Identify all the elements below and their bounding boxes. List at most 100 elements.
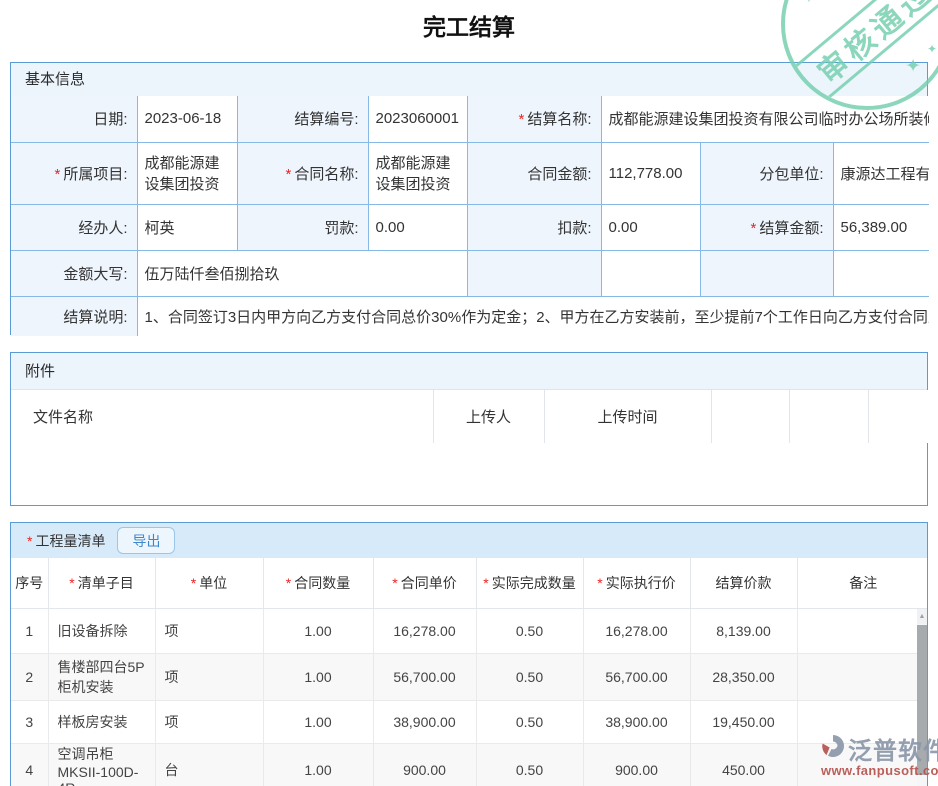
deduction-value: 0.00 (601, 204, 700, 250)
cell-seq: 3 (11, 700, 48, 743)
cell-contract-qty: 1.00 (263, 743, 373, 786)
settlement-no-label: 结算编号: (237, 96, 368, 142)
cell-actual-qty: 0.50 (476, 743, 583, 786)
contract-name-label: *合同名称: (237, 142, 368, 204)
boq-col-contract-price: *合同单价 (373, 558, 476, 608)
empty-label-cell (700, 250, 833, 296)
required-asterisk: * (54, 166, 60, 183)
contract-amount-value: 112,778.00 (601, 142, 700, 204)
scroll-up-arrow-icon[interactable]: ▲ (917, 609, 927, 624)
boq-col-actual-qty: *实际完成数量 (476, 558, 583, 608)
attachments-col-empty (868, 390, 929, 443)
subcontractor-value: 康源达工程有 (833, 142, 929, 204)
required-asterisk: * (285, 166, 291, 183)
settlement-note-label: 结算说明: (11, 296, 137, 336)
cell-settle: 8,139.00 (690, 608, 797, 653)
boq-col-actual-price: *实际执行价 (583, 558, 690, 608)
basic-info-table: 日期: 2023-06-18 结算编号: 2023060001 *结算名称: 成… (11, 96, 929, 336)
cell-contract-price: 56,700.00 (373, 653, 476, 700)
attachments-section: 附件 文件名称 上传人 上传时间 (10, 352, 928, 506)
cell-contract-qty: 1.00 (263, 653, 373, 700)
cell-settle: 450.00 (690, 743, 797, 786)
contract-name-value: 成都能源建设集团投资 (368, 142, 467, 204)
required-asterisk: * (597, 575, 602, 591)
attachments-section-title: 附件 (11, 353, 927, 390)
cell-actual-price: 56,700.00 (583, 653, 690, 700)
cell-contract-qty: 1.00 (263, 700, 373, 743)
export-button[interactable]: 导出 (117, 527, 175, 554)
cell-actual-price: 900.00 (583, 743, 690, 786)
required-asterisk: * (27, 533, 32, 549)
watermark-brand: 泛普软件 (848, 731, 938, 766)
cell-contract-price: 900.00 (373, 743, 476, 786)
amount-words-label: 金额大写: (11, 250, 137, 296)
cell-unit: 项 (155, 700, 263, 743)
fine-label: 罚款: (237, 204, 368, 250)
attachments-col-uploader: 上传人 (433, 390, 544, 443)
cell-seq: 1 (11, 608, 48, 653)
boq-header-row: 序号 *清单子目 *单位 *合同数量 *合同单价 *实际完成数量 *实际执行价 … (11, 558, 928, 608)
watermark-url: www.fanpusoft.com (821, 763, 938, 778)
project-label: *所属项目: (11, 142, 137, 204)
handler-value: 柯英 (137, 204, 237, 250)
boq-section: *工程量清单 导出 序号 *清单子目 *单位 *合同数量 *合同单价 *实际完成… (10, 522, 928, 786)
empty-value-cell (601, 250, 700, 296)
cell-remark (797, 608, 928, 653)
boq-col-remark: 备注 (797, 558, 928, 608)
approval-stamp: ✦ ✦ ✦ ✦ 审核通过 (781, 0, 938, 110)
required-asterisk: * (392, 575, 397, 591)
settlement-amount-label: *结算金额: (700, 204, 833, 250)
cell-item: 空调吊柜MKSII-100D-4R (48, 743, 155, 786)
settlement-name-label: *结算名称: (467, 96, 601, 142)
stamp-star-icon: ✦ (927, 42, 937, 56)
page: 完工结算 ✦ ✦ ✦ ✦ 审核通过 基本信息 日期: 2023-06-18 结算… (0, 0, 938, 786)
cell-actual-qty: 0.50 (476, 700, 583, 743)
required-asterisk: * (286, 575, 291, 591)
stamp-star-icon: ✦ (905, 55, 921, 78)
cell-actual-qty: 0.50 (476, 653, 583, 700)
boq-row: 2 售楼部四台5P柜机安装 项 1.00 56,700.00 0.50 56,7… (11, 653, 928, 700)
fanpu-logo-icon (821, 734, 845, 763)
attachments-col-upload-time: 上传时间 (544, 390, 711, 443)
required-asterisk: * (750, 220, 756, 237)
cell-item: 售楼部四台5P柜机安装 (48, 653, 155, 700)
boq-col-contract-qty: *合同数量 (263, 558, 373, 608)
boq-table: 序号 *清单子目 *单位 *合同数量 *合同单价 *实际完成数量 *实际执行价 … (11, 558, 928, 786)
stamp-text: 审核通过 (806, 0, 938, 92)
deduction-label: 扣款: (467, 204, 601, 250)
stamp-star-icon: ✦ (801, 0, 817, 9)
contract-amount-label: 合同金额: (467, 142, 601, 204)
boq-row: 4 空调吊柜MKSII-100D-4R 台 1.00 900.00 0.50 9… (11, 743, 928, 786)
date-value: 2023-06-18 (137, 96, 237, 142)
boq-col-seq: 序号 (11, 558, 48, 608)
cell-seq: 2 (11, 653, 48, 700)
empty-value-cell (833, 250, 929, 296)
attachments-col-empty (711, 390, 789, 443)
vendor-watermark: 泛普软件 www.fanpusoft.com (821, 731, 938, 778)
settlement-no-value: 2023060001 (368, 96, 467, 142)
cell-unit: 项 (155, 608, 263, 653)
cell-item: 旧设备拆除 (48, 608, 155, 653)
settlement-note-value: 1、合同签订3日内甲方向乙方支付合同总价30%作为定金；2、甲方在乙方安装前，至… (137, 296, 929, 336)
cell-contract-qty: 1.00 (263, 608, 373, 653)
boq-row: 3 样板房安装 项 1.00 38,900.00 0.50 38,900.00 … (11, 700, 928, 743)
cell-settle: 28,350.00 (690, 653, 797, 700)
cell-actual-qty: 0.50 (476, 608, 583, 653)
required-asterisk: * (69, 575, 74, 591)
cell-contract-price: 16,278.00 (373, 608, 476, 653)
boq-col-unit: *单位 (155, 558, 263, 608)
cell-unit: 台 (155, 743, 263, 786)
boq-col-settle: 结算价款 (690, 558, 797, 608)
date-label: 日期: (11, 96, 137, 142)
cell-seq: 4 (11, 743, 48, 786)
attachments-col-file-name: 文件名称 (11, 390, 433, 443)
attachments-table: 文件名称 上传人 上传时间 (11, 390, 929, 443)
cell-actual-price: 16,278.00 (583, 608, 690, 653)
cell-item: 样板房安装 (48, 700, 155, 743)
handler-label: 经办人: (11, 204, 137, 250)
project-value: 成都能源建设集团投资 (137, 142, 237, 204)
settlement-amount-value: 56,389.00 (833, 204, 929, 250)
amount-words-value: 伍万陆仟叁佰捌拾玖 (137, 250, 467, 296)
cell-actual-price: 38,900.00 (583, 700, 690, 743)
cell-contract-price: 38,900.00 (373, 700, 476, 743)
